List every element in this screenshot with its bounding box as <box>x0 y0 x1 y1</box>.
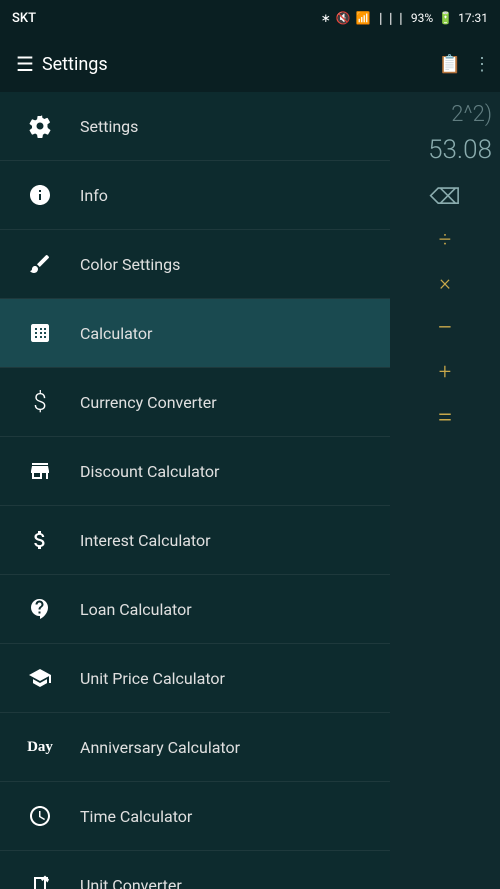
navigation-drawer: ☰ Settings Settings <box>0 36 390 889</box>
anniversary-icon: Day <box>20 727 60 767</box>
calc-result: 53.08 <box>398 135 492 165</box>
menu-item-calculator[interactable]: Calculator <box>0 299 390 367</box>
info-icon <box>20 175 60 215</box>
interest-calculator-label: Interest Calculator <box>80 531 211 550</box>
settings-label: Settings <box>80 117 138 136</box>
discount-calculator-label: Discount Calculator <box>80 462 219 481</box>
calc-display: 2^2) 53.08 <box>390 92 500 165</box>
drawer-app-bar: ☰ Settings <box>0 36 390 92</box>
unit-converter-icon <box>20 865 60 889</box>
menu-items-list: Settings Info Colo <box>0 92 390 889</box>
calculator-label: Calculator <box>80 324 152 343</box>
calc-expression: 2^2) <box>398 102 492 127</box>
menu-item-time-calculator[interactable]: Time Calculator <box>0 782 390 850</box>
menu-item-anniversary-calculator[interactable]: Day Anniversary Calculator <box>0 713 390 781</box>
wifi-icon: 📶 <box>356 11 371 25</box>
currency-converter-label: Currency Converter <box>80 393 217 412</box>
time-label: 17:31 <box>458 11 488 25</box>
app-bar-title: Settings <box>42 54 108 75</box>
menu-item-currency-converter[interactable]: $ Currency Converter <box>0 368 390 436</box>
backspace-button[interactable]: ⌫ <box>429 185 460 210</box>
signal-icon: ❘❘❘ <box>376 11 406 25</box>
menu-item-info[interactable]: Info <box>0 161 390 229</box>
settings-icon <box>20 106 60 146</box>
status-bar: SKT ∗ 🔇 📶 ❘❘❘ 93% 🔋 17:31 <box>0 0 500 36</box>
menu-item-discount-calculator[interactable]: Discount Calculator <box>0 437 390 505</box>
time-icon <box>20 796 60 836</box>
color-settings-label: Color Settings <box>80 255 180 274</box>
time-calculator-label: Time Calculator <box>80 807 192 826</box>
add-button[interactable]: + <box>439 360 451 385</box>
loan-icon <box>20 589 60 629</box>
unit-price-calculator-label: Unit Price Calculator <box>80 669 225 688</box>
more-icon[interactable]: ⋮ <box>473 54 492 75</box>
menu-icon[interactable]: ☰ <box>16 52 34 76</box>
calc-top-bar: 📋 ⋮ <box>390 36 500 92</box>
battery-label: 93% <box>411 11 433 25</box>
clipboard-icon[interactable]: 📋 <box>439 54 461 75</box>
calculator-icon <box>20 313 60 353</box>
unit-converter-label: Unit Converter <box>80 876 182 889</box>
currency-icon: $ <box>20 382 60 422</box>
unit-price-icon <box>20 658 60 698</box>
volume-icon: 🔇 <box>336 11 351 25</box>
menu-item-unit-converter[interactable]: Unit Converter <box>0 851 390 889</box>
color-settings-icon <box>20 244 60 284</box>
loan-calculator-label: Loan Calculator <box>80 600 192 619</box>
calc-panel: 📋 ⋮ 2^2) 53.08 ⌫ ÷ × − + = <box>390 36 500 889</box>
info-label: Info <box>80 186 108 205</box>
status-icons: ∗ 🔇 📶 ❘❘❘ 93% 🔋 17:31 <box>321 11 488 25</box>
app-container: 📋 ⋮ 2^2) 53.08 ⌫ ÷ × − + = ☰ Settings <box>0 36 500 889</box>
menu-item-color-settings[interactable]: Color Settings <box>0 230 390 298</box>
battery-icon: 🔋 <box>438 11 453 25</box>
menu-item-unit-price-calculator[interactable]: Unit Price Calculator <box>0 644 390 712</box>
interest-icon <box>20 520 60 560</box>
menu-item-settings[interactable]: Settings <box>0 92 390 160</box>
carrier-label: SKT <box>12 11 36 26</box>
anniversary-calculator-label: Anniversary Calculator <box>80 738 240 757</box>
multiply-button[interactable]: × <box>439 271 451 296</box>
discount-icon <box>20 451 60 491</box>
calc-buttons: ⌫ ÷ × − + = <box>390 185 500 431</box>
divide-button[interactable]: ÷ <box>439 228 452 253</box>
subtract-button[interactable]: − <box>437 314 453 342</box>
menu-item-interest-calculator[interactable]: Interest Calculator <box>0 506 390 574</box>
bluetooth-icon: ∗ <box>321 11 331 25</box>
equals-button[interactable]: = <box>437 403 453 431</box>
menu-item-loan-calculator[interactable]: Loan Calculator <box>0 575 390 643</box>
